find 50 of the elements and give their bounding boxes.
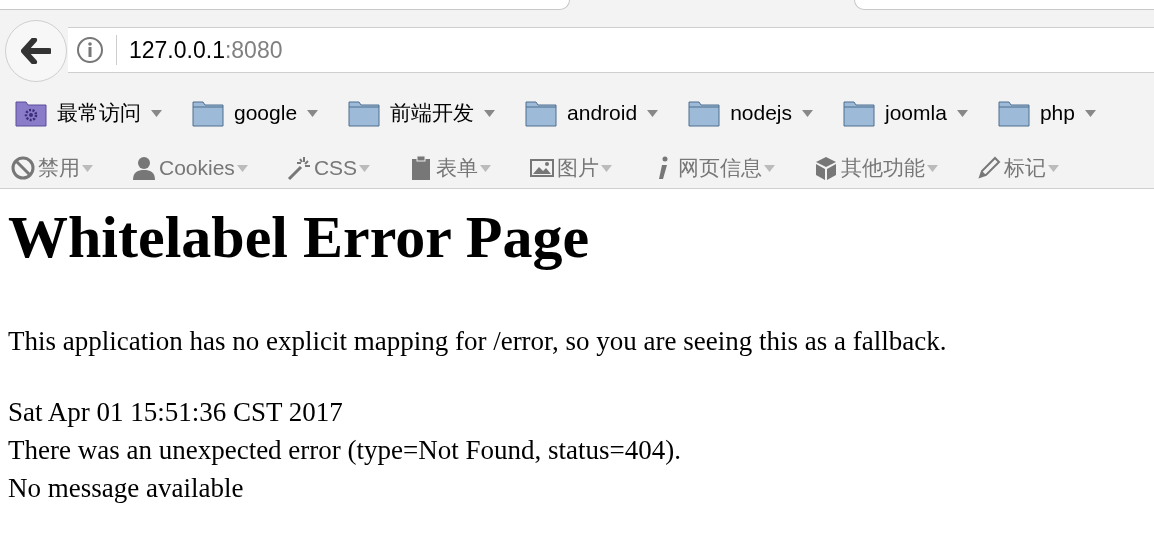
caret-icon bbox=[927, 164, 939, 172]
person-icon bbox=[131, 155, 157, 181]
error-message: This application has no explicit mapping for /error, so you are seeing this as a fallback. bbox=[8, 325, 948, 358]
caret-icon bbox=[359, 164, 371, 172]
caret-icon bbox=[307, 109, 319, 117]
bookmark-folder[interactable]: 前端开发 bbox=[348, 97, 496, 129]
toolbar-menu[interactable]: 标记 bbox=[976, 152, 1060, 184]
folder-icon bbox=[348, 99, 381, 127]
error-detail: No message available bbox=[8, 472, 244, 506]
folder-icon bbox=[525, 99, 558, 127]
toolbar-menu[interactable]: 图片 bbox=[529, 152, 613, 184]
caret-icon bbox=[1048, 164, 1060, 172]
bookmark-folder[interactable]: php bbox=[997, 97, 1096, 129]
caret-icon bbox=[480, 164, 492, 172]
folder-icon bbox=[843, 99, 875, 127]
caret-icon bbox=[802, 109, 813, 117]
folder-icon bbox=[688, 99, 721, 127]
back-arrow-icon bbox=[21, 38, 51, 64]
toolbar-menu[interactable]: 表单 bbox=[408, 152, 492, 184]
folder-icon bbox=[997, 99, 1030, 127]
url-host: 127.0.0.1 bbox=[129, 35, 225, 65]
prohibited-icon bbox=[10, 155, 36, 181]
bookmark-folder[interactable]: google bbox=[192, 97, 319, 129]
url-port: :8080 bbox=[224, 35, 283, 65]
error-detail: Sat Apr 01 15:51:36 CST 2017 bbox=[8, 396, 343, 430]
bookmark-folder[interactable]: android bbox=[525, 97, 659, 129]
info-icon bbox=[76, 36, 104, 64]
toolbar-menu[interactable]: Cookies bbox=[131, 152, 248, 184]
caret-icon bbox=[484, 109, 496, 117]
caret-icon bbox=[82, 164, 93, 172]
caret-icon bbox=[1084, 109, 1096, 117]
magic-wand-icon bbox=[285, 155, 312, 181]
caret-icon bbox=[236, 164, 248, 172]
toolbar-menu[interactable]: 其他功能 bbox=[813, 152, 939, 184]
folder-icon bbox=[192, 99, 224, 127]
address-bar[interactable]: 127.0.0.1:8080 bbox=[68, 27, 1154, 73]
toolbar-menu[interactable]: 网页信息 bbox=[650, 152, 776, 184]
bookmark-folder[interactable]: joomla bbox=[843, 97, 968, 129]
bookmark-folder[interactable]: nodejs bbox=[688, 97, 813, 129]
caret-icon bbox=[956, 109, 968, 117]
caret-icon bbox=[151, 109, 162, 117]
caret-icon bbox=[764, 164, 776, 172]
pencil-icon bbox=[976, 155, 1003, 181]
caret-icon bbox=[647, 109, 659, 117]
error-detail: There was an unexpected error (type=Not Found, status=404). bbox=[8, 434, 681, 468]
gear-folder-icon bbox=[15, 99, 47, 127]
toolbar-menu[interactable]: CSS bbox=[285, 152, 371, 184]
caret-icon bbox=[601, 164, 613, 172]
bookmark-folder[interactable]: 最常访问 bbox=[15, 97, 162, 129]
toolbar-menu[interactable]: 禁用 bbox=[10, 152, 93, 184]
